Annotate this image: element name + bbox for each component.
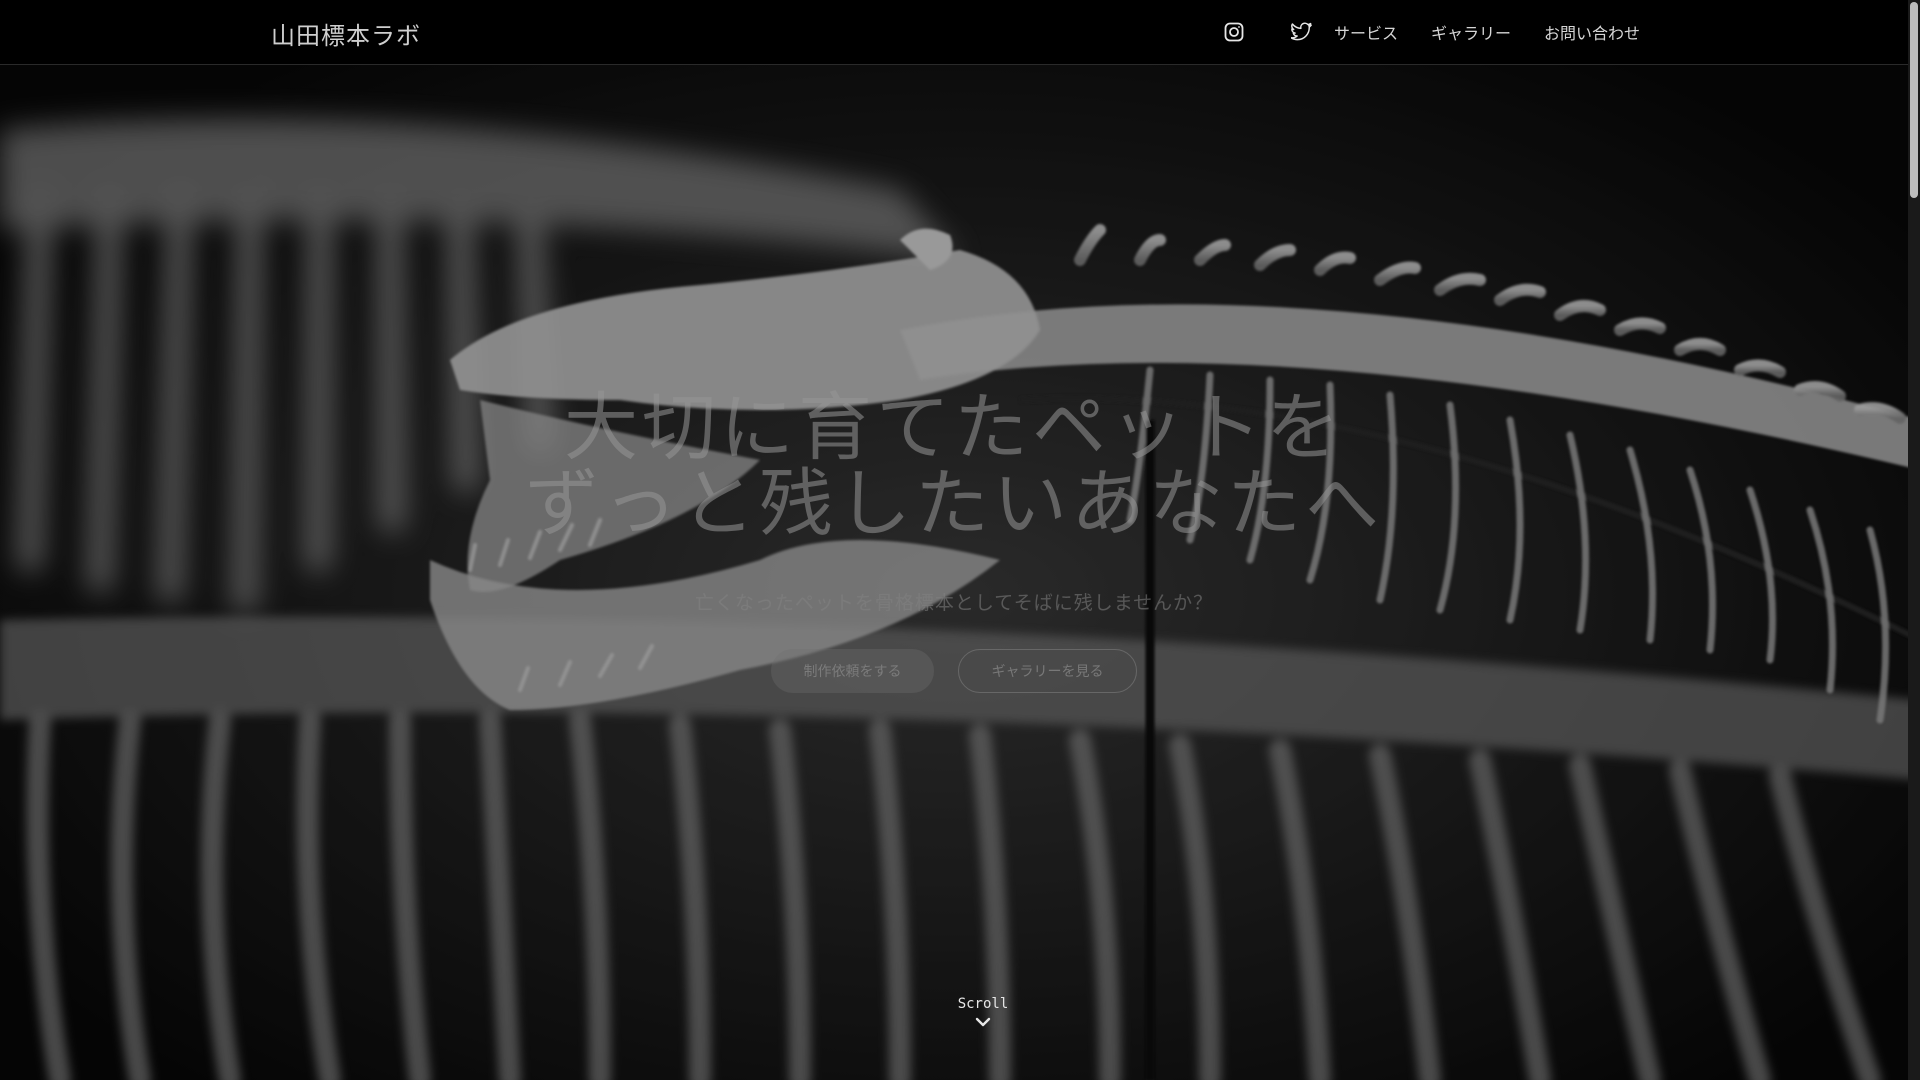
chevron-down-icon xyxy=(975,1017,991,1027)
request-order-button[interactable]: 制作依頼をする xyxy=(771,649,934,693)
hero-cta-row: 制作依頼をする ギャラリーを見る xyxy=(0,649,1908,693)
nav-link-gallery[interactable]: ギャラリー xyxy=(1431,20,1511,44)
scrollbar-thumb[interactable] xyxy=(1910,2,1918,198)
nav-link-services[interactable]: サービス xyxy=(1334,20,1398,44)
hero-subtitle: 亡くなったペットを骨格標本としてそばに残しませんか？ xyxy=(694,592,1214,614)
hero-headline: 大切に育てたペットを ずっと残したいあなたへ xyxy=(0,390,1908,542)
site-logo[interactable]: 山田標本ラボ xyxy=(271,16,421,51)
page: 山田標本ラボ サービス ギャラリー お問い合わせ 大切に育てたペットを ずっと残… xyxy=(0,0,1920,1080)
hero-headline-line-1: 大切に育てたペットを xyxy=(564,385,1344,471)
main-nav: サービス ギャラリー お問い合わせ xyxy=(1222,0,1640,64)
scroll-label: Scroll xyxy=(957,996,1009,1012)
twitter-icon[interactable] xyxy=(1290,20,1314,44)
hero-headline-line-2: ずっと残したいあなたへ xyxy=(525,461,1383,547)
nav-link-contact[interactable]: お問い合わせ xyxy=(1544,20,1640,44)
view-gallery-button[interactable]: ギャラリーを見る xyxy=(958,649,1137,693)
page-scrollbar[interactable] xyxy=(1908,0,1920,1080)
scroll-indicator[interactable]: Scroll xyxy=(0,996,1920,1028)
site-header: 山田標本ラボ サービス ギャラリー お問い合わせ xyxy=(0,0,1908,65)
hero-content: 大切に育てたペットを ずっと残したいあなたへ 亡くなったペットを骨格標本としてそ… xyxy=(0,390,1908,693)
instagram-icon[interactable] xyxy=(1222,20,1246,44)
